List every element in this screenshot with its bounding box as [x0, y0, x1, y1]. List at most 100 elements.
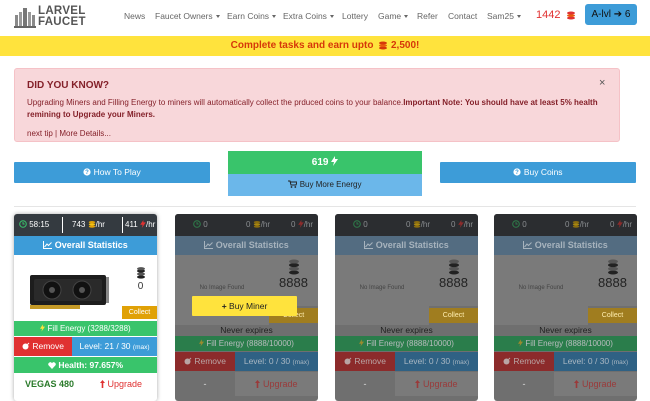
buy-miner-button[interactable]: + Buy Miner [192, 296, 297, 316]
fill-energy-button[interactable]: Fill Energy (8888/10000) [494, 336, 637, 351]
coin-balance[interactable]: 1442 [536, 9, 576, 21]
coin-rate-unit: /hr [95, 220, 105, 229]
nav-label: Extra Coins [283, 11, 327, 21]
nav-game[interactable]: Game [378, 11, 409, 21]
miner-image-placeholder: No Image Found [494, 255, 588, 325]
caret-down-icon [329, 15, 334, 19]
bomb-icon [503, 357, 511, 365]
tasks-banner[interactable]: Complete tasks and earn upto 2,500! [0, 36, 650, 56]
no-image-text: No Image Found [518, 285, 564, 291]
remove-button[interactable]: Remove [175, 352, 235, 371]
miner-energy-rate: 0 /hr [291, 214, 313, 236]
close-icon[interactable]: × [599, 77, 605, 89]
logo-icon[interactable] [14, 6, 36, 28]
miner-timer: 0 [353, 214, 368, 236]
nav-refer[interactable]: Refer [417, 11, 438, 21]
plus-icon: + [221, 301, 227, 311]
energy-rate-value: 0 [451, 220, 456, 229]
coin-stack-icon [136, 267, 146, 279]
no-image-text: No Image Found [359, 285, 405, 291]
nav-faucet-owners[interactable]: Faucet Owners [155, 11, 220, 21]
nav-lottery[interactable]: Lottery [342, 11, 368, 21]
bolt-icon [40, 324, 46, 332]
nav-news[interactable]: News [124, 11, 145, 21]
miner-coins-value: 0 [137, 281, 144, 292]
coin-rate-value: 743 [72, 220, 86, 229]
collect-button[interactable]: Collect [588, 308, 637, 323]
remove-button[interactable]: Remove [335, 352, 395, 371]
miner-timer: 0 [512, 214, 527, 236]
coin-stack-icon [607, 259, 619, 275]
miner-time-value: 0 [363, 220, 368, 229]
nav-label: Faucet Owners [155, 11, 213, 21]
more-details-link[interactable]: More Details... [59, 129, 111, 138]
buy-coins-button[interactable]: ? Buy Coins [440, 162, 636, 183]
fill-energy-button[interactable]: Fill Energy (8888/10000) [335, 336, 478, 351]
upgrade-button[interactable]: Upgrade [554, 372, 637, 396]
bolt-icon [359, 339, 365, 347]
clock-icon [193, 220, 201, 228]
remove-label: Remove [513, 356, 546, 366]
miner-level: Level: 0 / 30 (max) [235, 352, 318, 371]
upgrade-button[interactable]: Upgrade [235, 372, 318, 396]
overall-statistics-button[interactable]: Overall Statistics [494, 236, 637, 255]
nav-label: News [124, 11, 146, 21]
caret-down-icon [215, 15, 220, 19]
collect-button[interactable]: Collect [122, 306, 157, 319]
overall-statistics-button[interactable]: Overall Statistics [335, 236, 478, 255]
energy-display: 619 [228, 151, 422, 174]
level-button[interactable]: A-lvl ➔ 6 [585, 4, 637, 25]
how-to-play-button[interactable]: ? How To Play [14, 162, 210, 183]
nav-contact[interactable]: Contact [448, 11, 477, 21]
fill-energy-label: Fill Energy (8888/10000) [525, 339, 613, 348]
overall-statistics-button[interactable]: Overall Statistics [175, 236, 318, 255]
miner-energy-rate: 411 /hr [125, 214, 155, 236]
coin-balance-value: 1442 [536, 9, 561, 21]
overall-label: Overall Statistics [534, 240, 608, 250]
bolt-icon [331, 156, 339, 166]
upgrade-button[interactable]: Upgrade [395, 372, 478, 396]
miner-level: Level: 0 / 30 (max) [395, 352, 478, 371]
caret-down-icon [272, 15, 277, 19]
next-tip-link[interactable]: next tip [27, 129, 53, 138]
nav-user-menu[interactable]: Sam25 [487, 11, 521, 21]
miner-timer: 58:15 [19, 214, 49, 236]
bomb-icon [184, 357, 192, 365]
alert-title: DID YOU KNOW? [27, 80, 110, 91]
remove-button[interactable]: Remove [494, 352, 554, 371]
clock-icon [512, 220, 520, 228]
fill-energy-button[interactable]: Fill Energy (3288/3288) [14, 321, 157, 336]
nav-extra-coins[interactable]: Extra Coins [283, 11, 334, 21]
question-circle-icon: ? [83, 168, 91, 176]
miner-timer: 0 [193, 214, 208, 236]
miner-coin-rate: 743 /hr [72, 214, 105, 236]
remove-button[interactable]: Remove [14, 337, 72, 356]
cart-icon [288, 180, 298, 188]
miner-level: Level: 0 / 30 (max) [554, 352, 637, 371]
expiry-text: Never expires [220, 325, 273, 335]
nav-label: Sam25 [487, 11, 514, 21]
heart-icon [48, 362, 56, 369]
energy-rate-unit: /hr [463, 220, 474, 229]
level-label: Level: 21 / 30 [79, 341, 131, 351]
arrow-up-icon [99, 380, 105, 388]
miner-stats-bar: 0 0 /hr 0 /hr [494, 214, 637, 236]
miner-name-empty: - [203, 379, 207, 389]
overall-statistics-button[interactable]: Overall Statistics [14, 236, 157, 255]
collect-button[interactable]: Collect [429, 308, 478, 323]
banner-amount: 2,500! [391, 40, 420, 51]
level-label: Level: 0 / 30 [403, 356, 451, 366]
logo-text[interactable]: LARVEL FAUCET [38, 5, 86, 28]
buy-energy-button[interactable]: Buy More Energy [228, 174, 422, 196]
chart-icon [364, 241, 374, 249]
nav-label: Contact [448, 11, 478, 21]
fill-energy-button[interactable]: Fill Energy (8888/10000) [175, 336, 318, 351]
nav-earn-coins[interactable]: Earn Coins [227, 11, 277, 21]
remove-label: Remove [354, 356, 387, 366]
clock-icon [19, 220, 27, 228]
health-bar: Health: 97.657% [14, 357, 157, 373]
bolt-icon [518, 339, 524, 347]
overall-label: Overall Statistics [54, 240, 128, 250]
coin-stack-icon [572, 220, 580, 228]
upgrade-button[interactable]: Upgrade [85, 375, 157, 394]
